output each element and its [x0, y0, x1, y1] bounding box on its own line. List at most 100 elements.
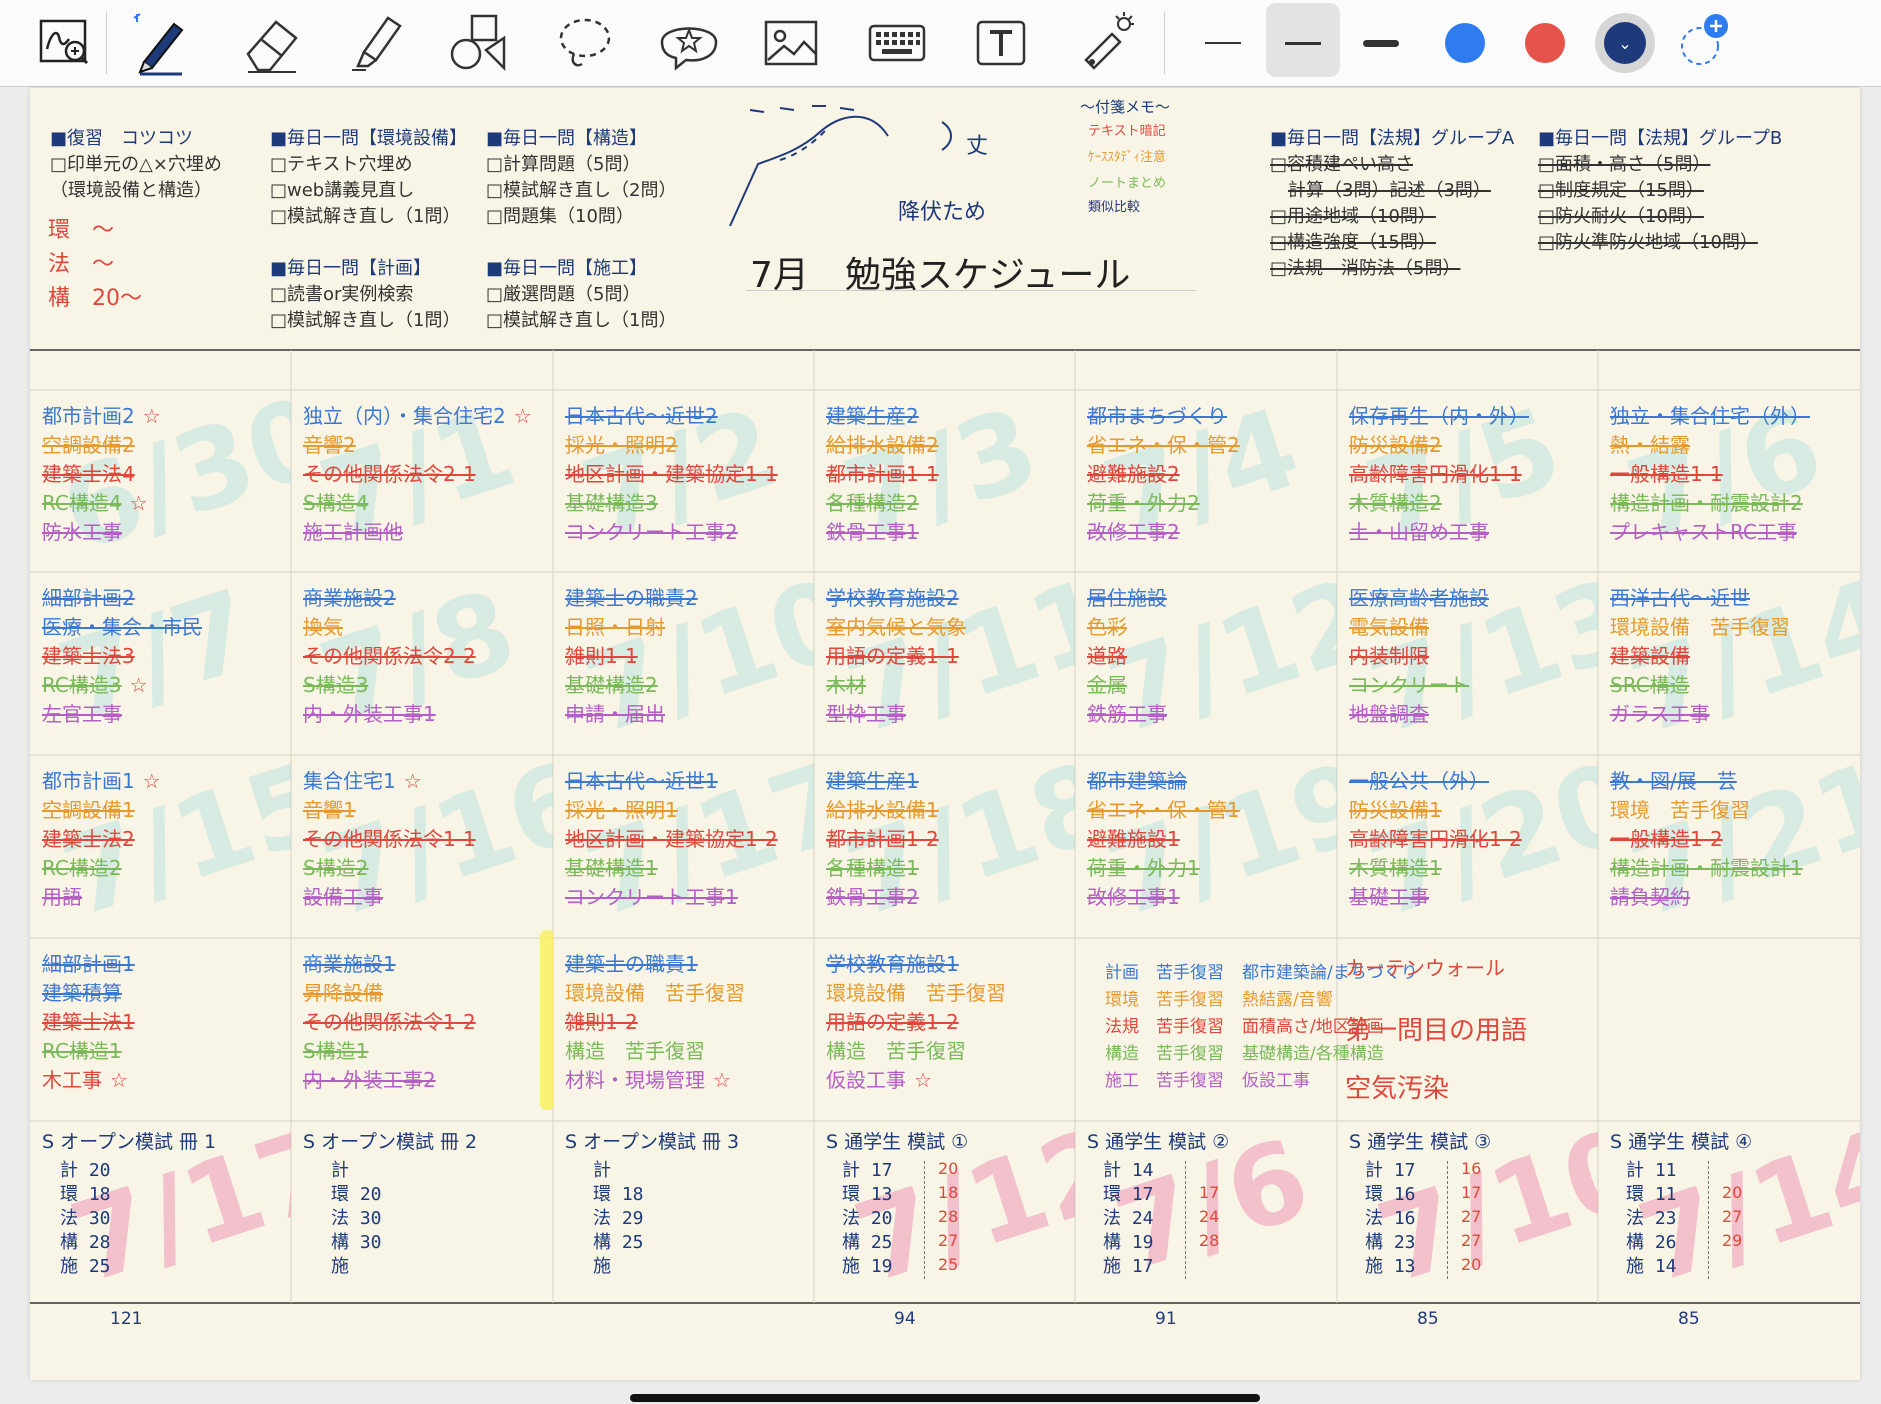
- day-cell[interactable]: 7/12 居住施設 色彩 道路 金属 鉄筋工事: [1075, 572, 1337, 755]
- subject-item[interactable]: 鉄骨工事2: [826, 883, 919, 912]
- subject-item[interactable]: 西洋古代〜近世: [1610, 584, 1750, 613]
- subject-item[interactable]: 左官工事: [42, 700, 122, 729]
- subject-item[interactable]: 医療・集会・市民: [42, 613, 202, 642]
- subject-item[interactable]: 高齢障害円滑化1-2: [1349, 825, 1522, 854]
- color-swatch-blue[interactable]: [1432, 10, 1498, 76]
- subject-item[interactable]: 商業施設1: [303, 950, 396, 979]
- subject-item[interactable]: 学校教育施設2: [826, 584, 959, 613]
- subject-item[interactable]: 雑則1-2: [565, 1008, 638, 1037]
- day-cell[interactable]: 7/14 西洋古代〜近世 環境設備 苦手復習 建築設備 SRC構造 ガラス工事: [1598, 572, 1860, 755]
- day-cell[interactable]: 7/21 教・図/展 芸環境 苦手復習 一般構造1-2 構造計画・耐震設計1 請負契約: [1598, 755, 1860, 938]
- subject-item[interactable]: 電気設備: [1349, 613, 1429, 642]
- subject-item[interactable]: ガラス工事: [1610, 700, 1710, 729]
- subject-item[interactable]: 改修工事1: [1087, 883, 1180, 912]
- subject-item[interactable]: 木工事 ☆: [42, 1066, 128, 1095]
- subject-item[interactable]: 請負契約: [1610, 883, 1690, 912]
- subject-item[interactable]: 都市計画2 ☆: [42, 402, 161, 431]
- subject-item[interactable]: 建築積算: [42, 979, 122, 1008]
- subject-item[interactable]: 日照・日射: [565, 613, 665, 642]
- subject-item[interactable]: 採光・照明2: [565, 431, 678, 460]
- subject-item[interactable]: 申請・届出: [565, 700, 665, 729]
- subject-item[interactable]: 木質構造1: [1349, 854, 1442, 883]
- subject-item[interactable]: S構造2: [303, 854, 368, 883]
- subject-item[interactable]: 地盤調査: [1349, 700, 1429, 729]
- mock-exam-cell[interactable]: S オープン模試 冊 2 計環 20 法 30 構 30 施: [291, 1121, 553, 1303]
- stroke-width-thick[interactable]: [1348, 10, 1414, 76]
- subject-item[interactable]: プレキャストRC工事: [1610, 518, 1797, 547]
- subject-item[interactable]: S構造3: [303, 671, 368, 700]
- notebook-page[interactable]: ■復習 コツコツ □印単元の△×穴埋め （環境設備と構造） 環 ～ 法 ～ 構 …: [30, 88, 1860, 1380]
- subject-item[interactable]: 環境設備 苦手復習: [565, 979, 745, 1008]
- add-color-button[interactable]: [1672, 10, 1738, 76]
- subject-item[interactable]: RC構造2: [42, 854, 122, 883]
- subject-item[interactable]: 省エネ・保・管1: [1087, 796, 1240, 825]
- subject-item[interactable]: 雑則1-1: [565, 642, 638, 671]
- mock-exam-cell[interactable]: 7/17 S オープン模試 冊 1計 20 環 18 法 30 構 28 施 25: [30, 1121, 291, 1303]
- subject-item[interactable]: 仮設工事 ☆: [826, 1066, 932, 1095]
- subject-item[interactable]: 都市まちづくり: [1087, 402, 1227, 431]
- subject-item[interactable]: 建築士の職責1: [565, 950, 698, 979]
- subject-item[interactable]: 型枠工事: [826, 700, 906, 729]
- subject-item[interactable]: 防災設備2: [1349, 431, 1442, 460]
- subject-item[interactable]: 各種構造2: [826, 489, 919, 518]
- day-cell[interactable]: 7/2 日本古代〜近世2 採光・照明2 地区計画・建築協定1-1 基礎構造3 コンクリート…: [553, 390, 814, 572]
- subject-item[interactable]: 室内気候と気象: [826, 613, 966, 642]
- lasso-tool[interactable]: [550, 10, 620, 76]
- subject-item[interactable]: 内装制限: [1349, 642, 1429, 671]
- day-cell[interactable]: 7/10 建築士の職責2 日照・日射 雑則1-1 基礎構造2 申請・届出: [553, 572, 814, 755]
- day-cell[interactable]: 7/13 医療高齢者施設 電気設備 内装制限 コンクリート 地盤調査: [1337, 572, 1598, 755]
- subject-item[interactable]: 居住施設: [1087, 584, 1167, 613]
- subject-item[interactable]: その他関係法令1-2: [303, 1008, 476, 1037]
- subject-item[interactable]: 防災設備1: [1349, 796, 1442, 825]
- subject-item[interactable]: 建築生産1: [826, 767, 919, 796]
- day-cell[interactable]: 7/15 都市計画1 ☆ 空調設備1 建築士法2 RC構造2 用語: [30, 755, 291, 938]
- subject-item[interactable]: 基礎構造2: [565, 671, 658, 700]
- subject-item[interactable]: RC構造1: [42, 1037, 122, 1066]
- subject-item[interactable]: 鉄筋工事: [1087, 700, 1167, 729]
- day-cell[interactable]: 7/18 建築生産1 給排水設備1 都市計画1-2 各種構造1 鉄骨工事2: [814, 755, 1075, 938]
- highlighter-tool[interactable]: [340, 10, 410, 76]
- subject-item[interactable]: 保存再生（内・外）: [1349, 402, 1529, 431]
- subject-item[interactable]: 建築士法4: [42, 460, 135, 489]
- subject-item[interactable]: 商業施設2: [303, 584, 396, 613]
- stroke-width-medium[interactable]: [1270, 10, 1336, 76]
- day-cell[interactable]: 7/3 建築生産2 給排水設備2 都市計画1-1 各種構造2 鉄骨工事1: [814, 390, 1075, 572]
- subject-item[interactable]: コンクリート工事1: [565, 883, 738, 912]
- mock-exam-cell[interactable]: 7/14 S 通学生 模試 ④計 11 環 11 法 23 構 26 施 14 20 27 29: [1598, 1121, 1860, 1303]
- subject-item[interactable]: 建築士法3: [42, 642, 135, 671]
- subject-item[interactable]: 音響2: [303, 431, 356, 460]
- subject-item[interactable]: 環境 苦手復習: [1610, 796, 1750, 825]
- subject-item[interactable]: 給排水設備1: [826, 796, 939, 825]
- day-cell[interactable]: 7/11 学校教育施設2 室内気候と気象 用語の定義1-1 木材 型枠工事: [814, 572, 1075, 755]
- day-cell[interactable]: 7/1 独立（内）・集合住宅2 ☆ 音響2 その他関係法令2-1 S構造4 施工計画他: [291, 390, 553, 572]
- day-cell[interactable]: 学校教育施設1 環境設備 苦手復習 用語の定義1-2 構造 苦手復習 仮設工事 ☆: [814, 938, 1075, 1121]
- subject-item[interactable]: 用語の定義1-1: [826, 642, 959, 671]
- day-cell[interactable]: 建築士の職責1 環境設備 苦手復習 雑則1-2 構造 苦手復習 材料・現場管理 ☆: [553, 938, 814, 1121]
- subject-item[interactable]: その他関係法令1-1: [303, 825, 476, 854]
- day-cell[interactable]: 7/4 都市まちづくり 省エネ・保・管2 避難施設2 荷重・外力2 改修工事2: [1075, 390, 1337, 572]
- subject-item[interactable]: 木質構造2: [1349, 489, 1442, 518]
- subject-item[interactable]: 学校教育施設1: [826, 950, 959, 979]
- subject-item[interactable]: 構造 苦手復習: [565, 1037, 705, 1066]
- subject-item[interactable]: 都市建築論: [1087, 767, 1187, 796]
- subject-item[interactable]: 医療高齢者施設: [1349, 584, 1489, 613]
- color-swatch-navy-selected[interactable]: ⌄: [1592, 10, 1658, 76]
- subject-item[interactable]: 一般構造1-1: [1610, 460, 1723, 489]
- subject-item[interactable]: 昇降設備: [303, 979, 383, 1008]
- day-cell[interactable]: カーテンウォール 第一問目の用語 空気汚染: [1337, 938, 1598, 1121]
- day-cell[interactable]: 7/8 商業施設2 換気 その他関係法令2-2 S構造3 内・外装工事1: [291, 572, 553, 755]
- subject-item[interactable]: 金属: [1087, 671, 1127, 700]
- pen-tool[interactable]: [124, 10, 194, 76]
- subject-item[interactable]: 施工計画他: [303, 518, 403, 547]
- subject-item[interactable]: 高齢障害円滑化1-1: [1349, 460, 1522, 489]
- day-cell[interactable]: 6/30 都市計画2 ☆ 空調設備2 建築士法4 RC構造4 ☆ 防水工事: [30, 390, 291, 572]
- subject-item[interactable]: 基礎工事: [1349, 883, 1429, 912]
- subject-item[interactable]: その他関係法令2-2: [303, 642, 476, 671]
- subject-item[interactable]: その他関係法令2-1: [303, 460, 476, 489]
- subject-item[interactable]: 一般構造1-2: [1610, 825, 1723, 854]
- shapes-tool[interactable]: [444, 10, 514, 76]
- subject-item[interactable]: 細部計画2: [42, 584, 135, 613]
- subject-item[interactable]: 環境設備 苦手復習: [826, 979, 1006, 1008]
- subject-item[interactable]: S構造4: [303, 489, 368, 518]
- subject-item[interactable]: 日本古代〜近世2: [565, 402, 718, 431]
